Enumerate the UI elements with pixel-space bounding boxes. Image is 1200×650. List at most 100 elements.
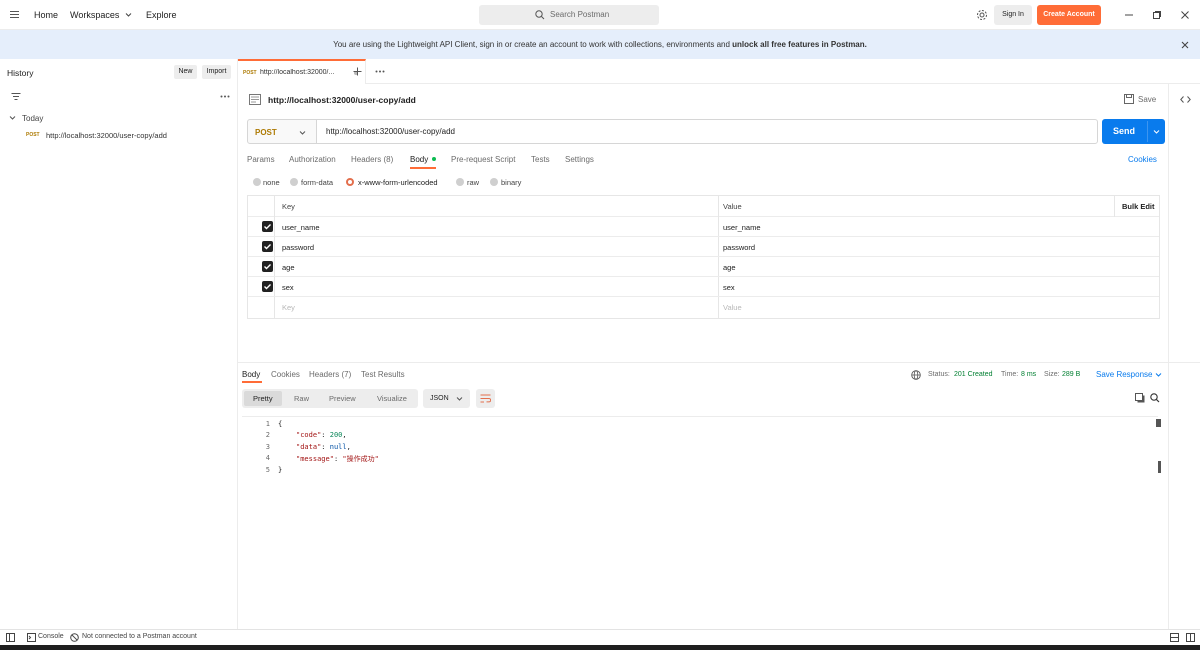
bulk-edit-button[interactable]: Bulk Edit: [1122, 202, 1155, 211]
row-checkbox[interactable]: [262, 261, 273, 272]
chevron-down-icon[interactable]: [125, 12, 132, 18]
radio-label-urlencoded[interactable]: x-www-form-urlencoded: [358, 178, 438, 187]
response-tab-test-results[interactable]: Test Results: [361, 370, 405, 379]
nav-explore[interactable]: Explore: [146, 10, 177, 20]
save-icon[interactable]: [1124, 94, 1134, 104]
tab-more-icon[interactable]: [375, 70, 385, 73]
value-placeholder[interactable]: Value: [723, 303, 742, 312]
format-value: JSON: [430, 395, 449, 402]
status-value[interactable]: 201 Created: [954, 371, 993, 378]
response-tab-headers[interactable]: Headers (7): [309, 370, 351, 379]
copy-icon[interactable]: [1135, 393, 1145, 403]
radio-none[interactable]: [253, 178, 261, 186]
radio-label-form-data[interactable]: form-data: [301, 178, 333, 187]
format-select[interactable]: JSON: [423, 389, 470, 408]
chevron-down-icon[interactable]: [9, 115, 16, 121]
param-value[interactable]: user_name: [723, 223, 761, 232]
chevron-down-icon: [456, 396, 463, 402]
console-icon[interactable]: [27, 633, 36, 642]
view-raw[interactable]: Raw: [294, 394, 309, 403]
new-button[interactable]: New: [174, 65, 197, 79]
code-snippet-icon[interactable]: [1180, 95, 1191, 104]
scrollbar-marker[interactable]: [1158, 461, 1161, 473]
tab-body[interactable]: Body: [410, 155, 428, 164]
wrap-lines-icon: [480, 394, 491, 403]
param-value[interactable]: age: [723, 263, 736, 272]
minimize-icon[interactable]: [1124, 10, 1134, 20]
radio-label-raw[interactable]: raw: [467, 178, 479, 187]
response-tab-body[interactable]: Body: [242, 370, 260, 379]
add-tab-icon[interactable]: [353, 67, 362, 76]
key-placeholder[interactable]: Key: [282, 303, 295, 312]
row-checkbox[interactable]: [262, 241, 273, 252]
history-item[interactable]: POST http://localhost:32000/user-copy/ad…: [26, 131, 231, 143]
globe-icon[interactable]: [911, 370, 921, 380]
history-group-today[interactable]: Today: [22, 114, 43, 123]
chevron-down-icon[interactable]: [1153, 129, 1160, 135]
history-sidebar: History New Import Today POST http://loc…: [0, 59, 238, 629]
url-input[interactable]: http://localhost:32000/user-copy/add: [316, 119, 1098, 144]
radio-label-binary[interactable]: binary: [501, 178, 521, 187]
tab-settings[interactable]: Settings: [565, 155, 594, 164]
param-key[interactable]: user_name: [282, 223, 320, 232]
param-value[interactable]: sex: [723, 283, 735, 292]
filter-icon[interactable]: [11, 92, 21, 101]
row-checkbox[interactable]: [262, 281, 273, 292]
banner-text: You are using the Lightweight API Client…: [333, 40, 733, 49]
time-value[interactable]: 8 ms: [1021, 371, 1036, 378]
import-button[interactable]: Import: [202, 65, 231, 79]
send-button[interactable]: Send: [1102, 119, 1165, 144]
radio-x-www-form-urlencoded[interactable]: [346, 178, 354, 186]
save-button[interactable]: Save: [1138, 95, 1156, 104]
sign-in-button[interactable]: Sign In: [994, 5, 1032, 25]
body-indicator-dot: [432, 157, 436, 161]
settings-gear-icon[interactable]: [976, 9, 988, 21]
scrollbar-thumb[interactable]: [1156, 419, 1161, 427]
search-bar[interactable]: Search Postman: [479, 5, 659, 25]
tab-params[interactable]: Params: [247, 155, 275, 164]
param-value[interactable]: password: [723, 243, 755, 252]
tab-authorization[interactable]: Authorization: [289, 155, 336, 164]
request-tab[interactable]: POST http://localhost:32000/...: [238, 59, 366, 84]
os-taskbar: [0, 645, 1200, 650]
row-checkbox[interactable]: [262, 221, 273, 232]
response-tab-cookies[interactable]: Cookies: [271, 370, 300, 379]
create-account-button[interactable]: Create Account: [1037, 5, 1101, 25]
view-visualize[interactable]: Visualize: [377, 394, 407, 403]
tab-headers[interactable]: Headers (8): [351, 155, 393, 164]
nav-workspaces[interactable]: Workspaces: [70, 10, 119, 20]
close-banner-icon[interactable]: [1181, 41, 1189, 49]
menu-icon[interactable]: [9, 9, 20, 20]
wrap-lines-button[interactable]: [476, 389, 495, 408]
request-title[interactable]: http://localhost:32000/user-copy/add: [268, 95, 416, 105]
param-key[interactable]: password: [282, 243, 314, 252]
param-key[interactable]: age: [282, 263, 295, 272]
param-key[interactable]: sex: [282, 283, 294, 292]
size-value[interactable]: 289 B: [1062, 371, 1080, 378]
console-button[interactable]: Console: [38, 633, 64, 640]
radio-binary[interactable]: [490, 178, 498, 186]
method-select[interactable]: POST: [247, 119, 317, 144]
chevron-down-icon[interactable]: [1155, 372, 1162, 378]
view-pretty[interactable]: Pretty: [253, 394, 273, 403]
banner-text-bold[interactable]: unlock all free features in Postman.: [732, 40, 867, 49]
method-value: POST: [255, 128, 277, 137]
column-divider: [1114, 196, 1115, 217]
more-options-icon[interactable]: [220, 95, 230, 98]
tab-tests[interactable]: Tests: [531, 155, 550, 164]
nav-home[interactable]: Home: [34, 10, 58, 20]
search-icon[interactable]: [1150, 393, 1160, 403]
radio-raw[interactable]: [456, 178, 464, 186]
view-preview[interactable]: Preview: [329, 394, 356, 403]
tab-pre-request-script[interactable]: Pre-request Script: [451, 155, 515, 164]
cookies-link[interactable]: Cookies: [1128, 155, 1157, 164]
close-window-icon[interactable]: [1180, 10, 1190, 20]
radio-label-none[interactable]: none: [263, 178, 280, 187]
help-icon[interactable]: [1186, 633, 1195, 642]
toggle-sidebar-icon[interactable]: [6, 633, 15, 642]
two-pane-icon[interactable]: [1170, 633, 1179, 642]
save-response-button[interactable]: Save Response: [1096, 370, 1152, 379]
restore-icon[interactable]: [1152, 10, 1162, 20]
response-body-editor[interactable]: 1 2 3 4 5 { "code": 200, "data": null, "…: [242, 416, 1161, 627]
radio-form-data[interactable]: [290, 178, 298, 186]
